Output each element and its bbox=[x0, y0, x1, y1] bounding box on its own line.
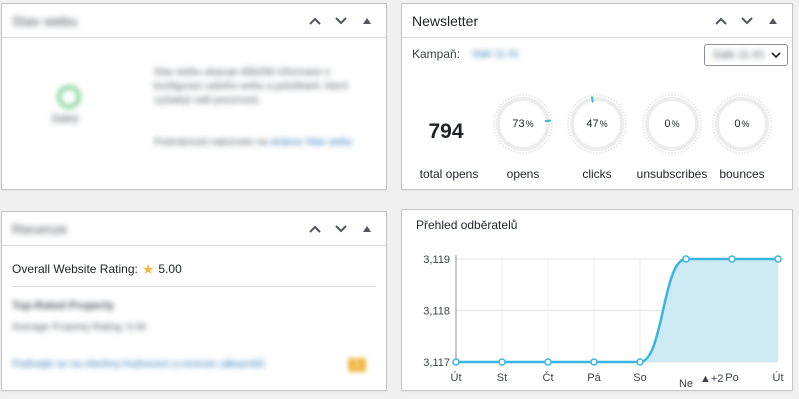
y-tick-label: 3,119 bbox=[423, 254, 450, 266]
data-point-7 bbox=[774, 255, 782, 263]
overall-rating-value: 5.00 bbox=[158, 262, 182, 276]
newsletter-box: Newsletter Kampaň: Sale 11 #1 Sale 11 #1… bbox=[401, 3, 793, 190]
data-point-1 bbox=[498, 358, 506, 366]
x-tick-label: St bbox=[497, 372, 507, 384]
chevron-down-icon bbox=[771, 52, 781, 59]
collapse-toggle-icon[interactable] bbox=[356, 218, 378, 240]
y-tick-label: 3,117 bbox=[423, 357, 450, 369]
reviews-badge-count: 1 bbox=[354, 358, 360, 368]
data-point-5 bbox=[682, 255, 690, 263]
x-tick-label: Út bbox=[451, 371, 462, 384]
subscribers-box: Přehled odběratelů 3,117 3,118 3,119 Út St Čt… bbox=[401, 209, 793, 391]
total-opens-label: total opens bbox=[419, 167, 479, 181]
stat-ring-unsubscribes: 0% bbox=[642, 94, 702, 154]
rating-box-title: Recenze bbox=[12, 220, 68, 237]
stat-value-unsubscribes: 0% bbox=[664, 118, 680, 130]
top-rated-text: Average Property Rating: 5.00 bbox=[12, 322, 147, 333]
stat-label-opens: opens bbox=[506, 167, 540, 181]
campaign-select[interactable]: Sale 11 #1 bbox=[704, 44, 788, 66]
change-annotation: ▲+2 bbox=[700, 373, 723, 385]
data-point-3 bbox=[590, 358, 598, 366]
reviews-badge: 1 bbox=[348, 358, 366, 372]
stat-ring-opens: 73% bbox=[493, 94, 553, 154]
site-health-text-2: Podrobnosti naleznete na stránce Stav we… bbox=[154, 136, 372, 150]
y-tick-label: 3,118 bbox=[423, 306, 450, 318]
stat-value-clicks: 47% bbox=[586, 118, 608, 130]
site-health-text: Stav webu ukazuje důležité informace o k… bbox=[154, 67, 349, 106]
overall-rating-label: Overall Website Rating: bbox=[12, 262, 138, 276]
data-point-4 bbox=[636, 358, 644, 366]
newsletter-controls bbox=[710, 4, 784, 38]
newsletter-header: Newsletter bbox=[402, 4, 792, 38]
x-tick-label: Út bbox=[773, 371, 784, 384]
x-tick-label: Ne bbox=[679, 378, 693, 390]
site-health-box: Stav webu Dobrý Stav webu ukazuje důleži… bbox=[1, 3, 387, 190]
data-point-0 bbox=[452, 358, 460, 366]
stat-ring-bounces: 0% bbox=[712, 94, 772, 154]
campaign-select-value: Sale 11 #1 bbox=[713, 49, 765, 61]
stat-label-clicks: clicks bbox=[582, 167, 612, 181]
total-opens: 794 bbox=[416, 114, 476, 144]
x-tick-label: Čt bbox=[543, 371, 554, 384]
move-up-icon[interactable] bbox=[304, 10, 326, 32]
campaign-label: Kampaň: bbox=[412, 47, 461, 61]
stat-value-bounces: 0% bbox=[734, 118, 750, 130]
move-down-icon[interactable] bbox=[330, 10, 352, 32]
rating-divider bbox=[12, 286, 376, 287]
subscribers-chart: 3,117 3,118 3,119 Út St Čt Pá So Ne Po Út ▲+2 bbox=[423, 254, 784, 390]
newsletter-title: Newsletter bbox=[412, 12, 479, 29]
stat-label-bounces: bounces bbox=[719, 167, 765, 181]
rating-box: Recenze Overall Website Rating: ★ 5.00 T… bbox=[1, 211, 387, 391]
campaign-row: Kampaň: Sale 11 #1 Sale 11 #1 bbox=[402, 38, 792, 70]
stat-ring-clicks: 47% bbox=[567, 94, 627, 154]
site-health-status-label: Dobrý bbox=[52, 114, 79, 125]
site-health-text-2-label: Podrobnosti naleznete na bbox=[154, 137, 268, 148]
rating-header: Recenze bbox=[2, 212, 386, 246]
rating-controls bbox=[304, 212, 378, 246]
site-health-controls bbox=[304, 4, 378, 38]
x-tick-label: Pá bbox=[587, 372, 601, 384]
total-opens-value: 794 bbox=[428, 120, 464, 143]
site-health-title: Stav webu bbox=[12, 12, 78, 29]
reviews-link[interactable]: Podívejte se na všechny hodnocení a rece… bbox=[12, 359, 332, 370]
move-up-icon[interactable] bbox=[710, 10, 732, 32]
star-icon: ★ bbox=[141, 261, 155, 277]
site-health-status-icon bbox=[58, 86, 80, 108]
x-tick-label: Po bbox=[725, 372, 738, 384]
campaign-name: Sale 11 #1 bbox=[472, 48, 520, 60]
site-health-link[interactable]: stránce Stav webu bbox=[270, 137, 352, 148]
data-point-2 bbox=[544, 358, 552, 366]
move-down-icon[interactable] bbox=[736, 10, 758, 32]
x-tick-label: So bbox=[633, 372, 646, 384]
data-point-6 bbox=[728, 255, 736, 263]
stat-value-opens: 73% bbox=[512, 118, 534, 130]
stat-label-unsubscribes: unsubscribes bbox=[636, 167, 708, 181]
move-down-icon[interactable] bbox=[330, 218, 352, 240]
top-rated-title: Top-Rated Property bbox=[12, 300, 114, 312]
move-up-icon[interactable] bbox=[304, 218, 326, 240]
overall-rating: Overall Website Rating: ★ 5.00 bbox=[12, 262, 182, 276]
collapse-toggle-icon[interactable] bbox=[762, 10, 784, 32]
collapse-toggle-icon[interactable] bbox=[356, 10, 378, 32]
site-health-header: Stav webu bbox=[2, 4, 386, 38]
